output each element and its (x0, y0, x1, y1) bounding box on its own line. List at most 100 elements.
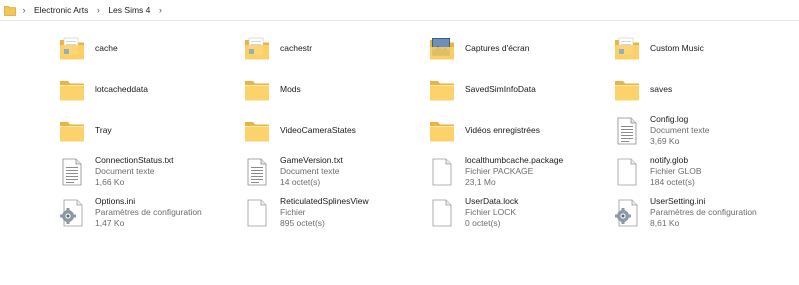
file-grid: cache cachestr Captures d'écran Custom Musi… (0, 28, 799, 233)
file-name: ConnectionStatus.txt (95, 155, 174, 165)
file-name: lotcacheddata (95, 84, 148, 94)
file-item-saves[interactable]: saves (610, 69, 795, 110)
chevron-right-icon[interactable]: › (153, 5, 167, 15)
file-name: SavedSimInfoData (465, 84, 536, 94)
file-type: Paramètres de configuration (95, 207, 202, 217)
file-item-text: lotcacheddata (95, 84, 148, 95)
file-item-text: SavedSimInfoData (465, 84, 536, 95)
file-item-text: Tray (95, 125, 112, 136)
file-item-tray[interactable]: Tray (55, 110, 240, 151)
chevron-right-icon[interactable]: › (91, 5, 105, 15)
file-item-text: UserSetting.ini Paramètres de configurati… (650, 196, 757, 229)
folder-documents-icon (610, 32, 644, 66)
folder-icon (425, 114, 459, 148)
folder-pictures-icon (425, 32, 459, 66)
file-type: Fichier LOCK (465, 207, 517, 217)
folder-icon (3, 3, 17, 17)
folder-icon (55, 114, 89, 148)
file-size: 14 octet(s) (280, 177, 321, 187)
text-document-icon (240, 155, 274, 189)
file-name: Tray (95, 125, 112, 135)
file-item-captures-d-cran[interactable]: Captures d'écran (425, 28, 610, 69)
file-item-text: Vidéos enregistrées (465, 125, 540, 136)
file-item-userdata-lock[interactable]: UserData.lock Fichier LOCK 0 octet(s) (425, 192, 610, 233)
file-item-text: Mods (280, 84, 301, 95)
file-item-videocamerastates[interactable]: VideoCameraStates (240, 110, 425, 151)
file-size: 3,69 Ko (650, 136, 680, 146)
file-type: Fichier (280, 207, 306, 217)
file-item-text: Captures d'écran (465, 43, 529, 54)
file-item-savedsiminfodata[interactable]: SavedSimInfoData (425, 69, 610, 110)
file-item-notify-glob[interactable]: notify.glob Fichier GLOB 184 octet(s) (610, 151, 795, 192)
file-name: localthumbcache.package (465, 155, 564, 165)
file-item-gameversion-txt[interactable]: GameVersion.txt Document texte 14 octet(s) (240, 151, 425, 192)
folder-icon (610, 73, 644, 107)
file-name: Mods (280, 84, 301, 94)
address-bar[interactable]: › Electronic Arts › Les Sims 4 › (0, 0, 799, 21)
file-item-options-ini[interactable]: Options.ini Paramètres de configuration 1,… (55, 192, 240, 233)
file-size: 184 octet(s) (650, 177, 695, 187)
blank-file-icon (425, 155, 459, 189)
folder-icon (240, 73, 274, 107)
file-item-text: GameVersion.txt Document texte 14 octet(s) (280, 155, 343, 188)
file-item-config-log[interactable]: Config.log Document texte 3,69 Ko (610, 110, 795, 151)
file-item-text: saves (650, 84, 672, 95)
file-item-text: ReticulatedSplinesView Fichier 895 octet(s… (280, 196, 369, 229)
file-name: VideoCameraStates (280, 125, 356, 135)
file-item-text: cache (95, 43, 118, 54)
file-item-lotcacheddata[interactable]: lotcacheddata (55, 69, 240, 110)
text-document-icon (610, 114, 644, 148)
file-name: Custom Music (650, 43, 704, 53)
file-item-connectionstatus-txt[interactable]: ConnectionStatus.txt Document texte 1,66 K… (55, 151, 240, 192)
text-document-icon (55, 155, 89, 189)
breadcrumb-item[interactable]: Les Sims 4 (105, 5, 153, 15)
folder-icon (425, 73, 459, 107)
file-item-text: VideoCameraStates (280, 125, 356, 136)
file-name: Config.log (650, 114, 689, 124)
folder-documents-icon (240, 32, 274, 66)
breadcrumb-item[interactable]: Electronic Arts (31, 5, 91, 15)
file-name: cachestr (280, 43, 313, 53)
file-name: Options.ini (95, 196, 136, 206)
file-size: 23,1 Mo (465, 177, 496, 187)
file-name: UserSetting.ini (650, 196, 706, 206)
file-item-text: Custom Music (650, 43, 704, 54)
file-item-text: UserData.lock Fichier LOCK 0 octet(s) (465, 196, 518, 229)
file-item-custom-music[interactable]: Custom Music (610, 28, 795, 69)
file-item-cache[interactable]: cache (55, 28, 240, 69)
file-size: 1,66 Ko (95, 177, 125, 187)
file-size: 1,47 Ko (95, 218, 125, 228)
config-settings-icon (610, 196, 644, 230)
file-type: Fichier GLOB (650, 166, 702, 176)
file-name: notify.glob (650, 155, 689, 165)
file-name: ReticulatedSplinesView (280, 196, 369, 206)
config-settings-icon (55, 196, 89, 230)
file-size: 8,61 Ko (650, 218, 680, 228)
file-name: Vidéos enregistrées (465, 125, 540, 135)
file-name: GameVersion.txt (280, 155, 343, 165)
file-item-text: localthumbcache.package Fichier PACKAGE 23… (465, 155, 563, 188)
chevron-right-icon[interactable]: › (17, 5, 31, 15)
folder-icon (240, 114, 274, 148)
file-item-text: notify.glob Fichier GLOB 184 octet(s) (650, 155, 702, 188)
file-type: Document texte (95, 166, 155, 176)
file-size: 895 octet(s) (280, 218, 325, 228)
file-item-cachestr[interactable]: cachestr (240, 28, 425, 69)
file-name: Captures d'écran (465, 43, 530, 53)
file-item-mods[interactable]: Mods (240, 69, 425, 110)
file-item-text: cachestr (280, 43, 312, 54)
file-item-vid-os-enregistr-es[interactable]: Vidéos enregistrées (425, 110, 610, 151)
file-item-usersetting-ini[interactable]: UserSetting.ini Paramètres de configurati… (610, 192, 795, 233)
file-item-localthumbcache-package[interactable]: localthumbcache.package Fichier PACKAGE 23… (425, 151, 610, 192)
file-type: Document texte (280, 166, 340, 176)
file-name: cache (95, 43, 118, 53)
file-item-reticulatedsplinesview[interactable]: ReticulatedSplinesView Fichier 895 octet(s… (240, 192, 425, 233)
file-size: 0 octet(s) (465, 218, 501, 228)
file-item-text: Config.log Document texte 3,69 Ko (650, 114, 710, 147)
file-type: Paramètres de configuration (650, 207, 757, 217)
file-name: UserData.lock (465, 196, 519, 206)
file-item-text: Options.ini Paramètres de configuration 1,… (95, 196, 202, 229)
folder-icon (55, 73, 89, 107)
file-item-text: ConnectionStatus.txt Document texte 1,66 K… (95, 155, 173, 188)
folder-documents-icon (55, 32, 89, 66)
